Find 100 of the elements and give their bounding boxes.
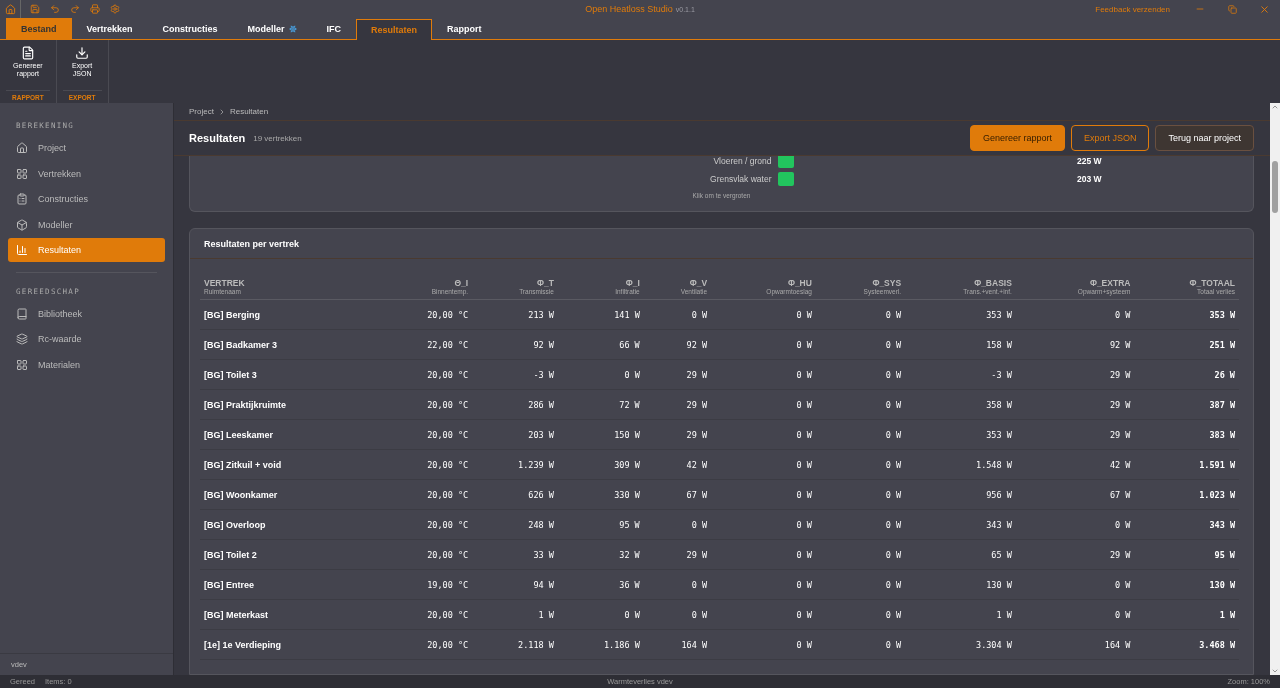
table-cell: 0 W	[815, 599, 906, 630]
sidebar-item[interactable]: Constructies	[8, 187, 165, 211]
table-cell: 0 W	[1015, 509, 1135, 540]
table-cell: 67 W	[1015, 479, 1135, 510]
table-cell: 1.591 W	[1134, 449, 1239, 480]
column-header: Φ_I	[624, 278, 640, 288]
file-menu-tab[interactable]: Bestand	[6, 18, 72, 39]
bar-chart-icon	[16, 244, 28, 256]
grid-icon	[16, 358, 28, 371]
scroll-up-icon[interactable]	[1271, 103, 1279, 111]
sidebar-item[interactable]: Resultaten	[8, 238, 165, 262]
action-button[interactable]: Terug naar project	[1155, 125, 1254, 151]
table-cell: [BG] Entree	[200, 569, 377, 600]
sidebar-item[interactable]: Materialen	[8, 352, 165, 377]
table-cell: 158 W	[905, 329, 1016, 360]
table-cell: 0 W	[815, 629, 906, 660]
table-cell: 286 W	[472, 389, 558, 420]
table-cell: 353 W	[905, 299, 1016, 330]
column-header: Φ_TOTAAL	[1188, 278, 1235, 288]
table-cell: -3 W	[905, 359, 1016, 390]
ribbon-tab[interactable]: Resultaten	[356, 19, 433, 40]
table-cell: 20,00 °C	[376, 419, 473, 450]
column-header: Φ_V	[688, 278, 708, 288]
breadcrumb-item[interactable]: Project	[189, 107, 214, 116]
table-cell: 0 W	[711, 359, 816, 390]
table-cell: 0 W	[711, 419, 816, 450]
table-cell: 20,00 °C	[376, 539, 473, 570]
ribbon-tab[interactable]: Vertrekken	[71, 18, 148, 39]
clipboard-icon	[16, 193, 28, 205]
legend-value: 203 W	[1075, 174, 1102, 184]
table-cell: 203 W	[472, 419, 558, 450]
table-cell: 0 W	[711, 599, 816, 630]
table-cell: 33 W	[472, 539, 558, 570]
ribbon-tab[interactable]: Constructies	[147, 18, 233, 39]
scrollbar[interactable]	[1270, 103, 1280, 675]
table-cell: [BG] Overloop	[200, 509, 377, 540]
table-cell: 0 W	[711, 299, 816, 330]
book-icon	[16, 307, 28, 320]
table-cell: 92 W	[643, 329, 712, 360]
feedback-link[interactable]: Feedback verzenden	[1095, 4, 1170, 14]
table-cell: [BG] Woonkamer	[200, 479, 377, 510]
sidebar-item[interactable]: Project	[8, 136, 165, 160]
table-cell: 1 W	[1134, 599, 1239, 630]
column-header: Φ_BASIS	[973, 278, 1012, 288]
sidebar-item[interactable]: Bibliotheek	[8, 301, 165, 326]
table-cell: 36 W	[557, 569, 644, 600]
table-cell: 92 W	[472, 329, 558, 360]
table-cell: [BG] Praktijkruimte	[200, 389, 377, 420]
table-cell: 0 W	[815, 449, 906, 480]
table-cell: 19,00 °C	[376, 569, 473, 600]
table-cell: 164 W	[1015, 629, 1135, 660]
table-cell: 42 W	[1015, 449, 1135, 480]
column-header: Θ_I	[453, 278, 469, 288]
room-count: 19 vertrekken	[253, 133, 302, 143]
table-cell: 0 W	[643, 569, 712, 600]
page-title: Resultaten	[189, 132, 246, 144]
table-cell: 164 W	[643, 629, 712, 660]
table-cell: 0 W	[815, 329, 906, 360]
table-cell: 29 W	[643, 419, 712, 450]
table-cell: 0 W	[643, 509, 712, 540]
table-cell: 26 W	[1134, 359, 1239, 390]
table-cell: 0 W	[643, 299, 712, 330]
table-cell: -3 W	[472, 359, 558, 390]
table-cell: 353 W	[1134, 299, 1239, 330]
table-cell: 29 W	[643, 539, 712, 570]
table-cell: [BG] Berging	[200, 299, 377, 330]
table-cell: 0 W	[711, 569, 816, 600]
table-cell: [BG] Toilet 3	[200, 359, 377, 390]
sidebar-item[interactable]: Rc-waarde	[8, 327, 165, 351]
table-cell: 251 W	[1134, 329, 1239, 360]
ribbon-tab[interactable]: Rapport	[432, 18, 497, 39]
table-cell: 29 W	[643, 389, 712, 420]
snowflake-icon	[288, 25, 297, 33]
table-cell: 22,00 °C	[376, 329, 473, 360]
scroll-down-icon[interactable]	[1271, 667, 1279, 675]
layers-icon	[16, 333, 28, 345]
table-cell: 65 W	[905, 539, 1016, 570]
table-cell: 248 W	[472, 509, 558, 540]
action-button[interactable]: Genereer rapport	[969, 125, 1065, 151]
ribbon-tab[interactable]: Modeller	[232, 18, 312, 39]
ribbon-tab[interactable]: IFC	[311, 18, 357, 39]
table-cell: 20,00 °C	[376, 299, 473, 330]
table-cell: 1.239 W	[472, 449, 558, 480]
table-cell: 20,00 °C	[376, 359, 473, 390]
table-cell: 29 W	[1015, 359, 1135, 390]
table-cell: 0 W	[711, 389, 816, 420]
table-cell: 330 W	[557, 479, 644, 510]
table-cell: 2.118 W	[472, 629, 558, 660]
table-cell: 29 W	[1015, 539, 1135, 570]
table-cell: 0 W	[711, 509, 816, 540]
table-cell: 20,00 °C	[376, 389, 473, 420]
table-cell: 42 W	[643, 449, 712, 480]
table-cell: 3.468 W	[1134, 629, 1239, 660]
table-cell: 141 W	[557, 299, 644, 330]
table-cell: 0 W	[815, 539, 906, 570]
table-cell: 343 W	[905, 509, 1016, 540]
action-button[interactable]: Export JSON	[1070, 125, 1150, 151]
sidebar-item[interactable]: Vertrekken	[8, 161, 165, 186]
table-cell: 0 W	[815, 479, 906, 510]
sidebar-item[interactable]: Modeller	[8, 212, 165, 237]
